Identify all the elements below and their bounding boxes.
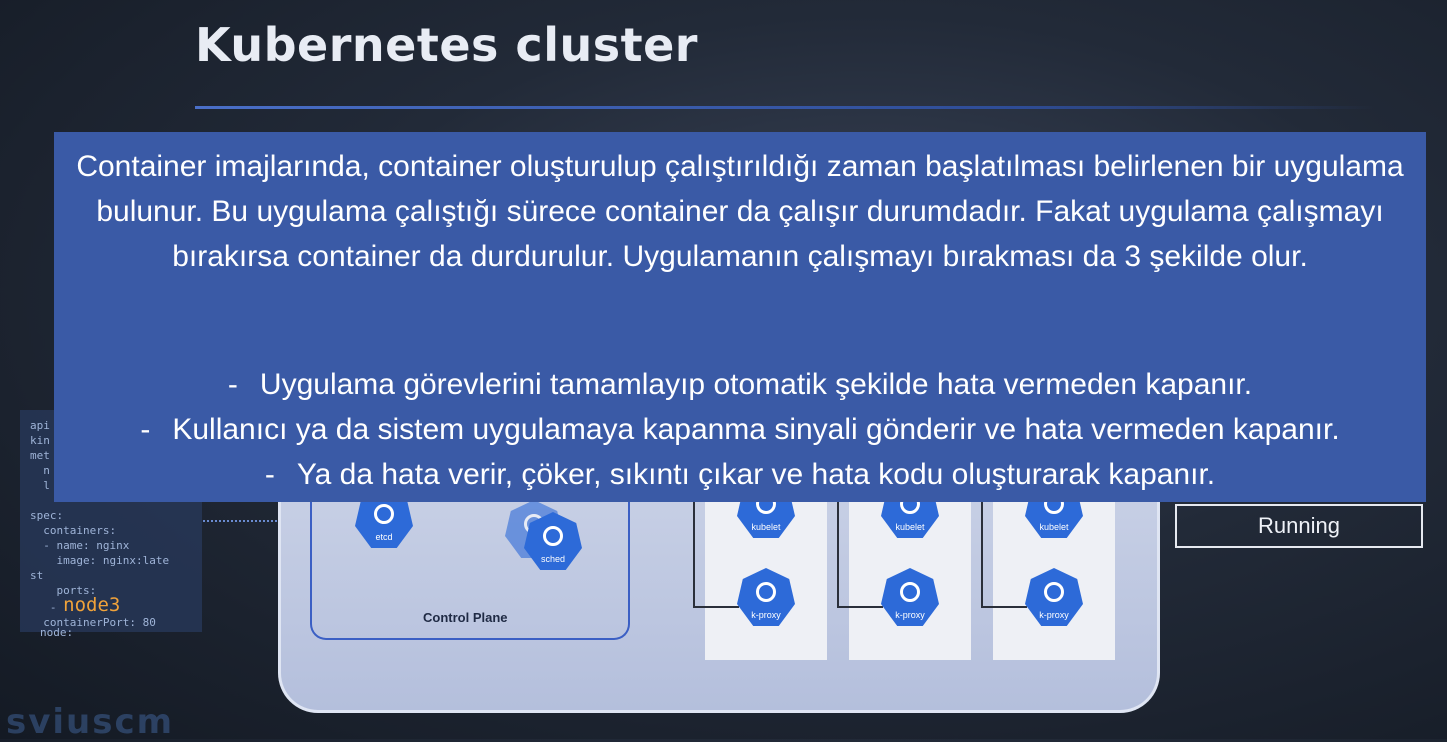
yaml-name-line: - name: nginx [30,539,130,552]
worker-1-connector [693,498,739,608]
caption-overlay: Container imajlarında, container oluştur… [54,132,1426,502]
caption-list: - Uygulama görevlerini tamamlayıp otomati… [54,362,1426,497]
running-status-box: Running [1175,504,1423,548]
list-dash: - [227,368,238,401]
yaml-hidden-line: n [30,464,50,477]
yaml-hidden-line: kin [30,434,50,447]
list-item-text: Uygulama görevlerini tamamlayıp otomatik… [259,368,1253,401]
list-item-text: Ya da hata verir, çöker, sıkıntı çıkar v… [296,458,1216,491]
list-item-text: Kullanıcı ya da sistem uygulamaya kapanm… [172,413,1340,446]
yaml-image-line-wrap: st [30,569,44,582]
watermark-logo: sviuscm [6,702,175,742]
yaml-node-line: node: [40,626,74,639]
yaml-node-name: node3 [63,594,121,616]
slide-title: Kubernetes cluster [195,18,698,72]
yaml-hidden-line: met [30,449,50,462]
running-status-label: Running [1258,513,1340,538]
worker-3-connector [981,498,1027,608]
list-dash: - [140,413,151,446]
caption-list-item: - Kullanıcı ya da sistem uygulamaya kapan… [54,407,1426,452]
control-plane-label: Control Plane [423,610,508,625]
yaml-spec-line: spec: [30,509,64,522]
yaml-image-line: image: nginx:late [30,554,170,567]
yaml-containers-line: containers: [30,524,117,537]
worker-2-connector [837,498,883,608]
caption-list-item: - Ya da hata verir, çöker, sıkıntı çıkar … [54,452,1426,497]
yaml-hidden-line: l [30,479,50,492]
caption-list-item: - Uygulama görevlerini tamamlayıp otomati… [54,362,1426,407]
title-underline [195,106,1375,109]
list-dash: - [264,458,275,491]
yaml-hidden-line: api [30,419,50,432]
caption-paragraph: Container imajlarında, container oluştur… [76,150,1404,273]
